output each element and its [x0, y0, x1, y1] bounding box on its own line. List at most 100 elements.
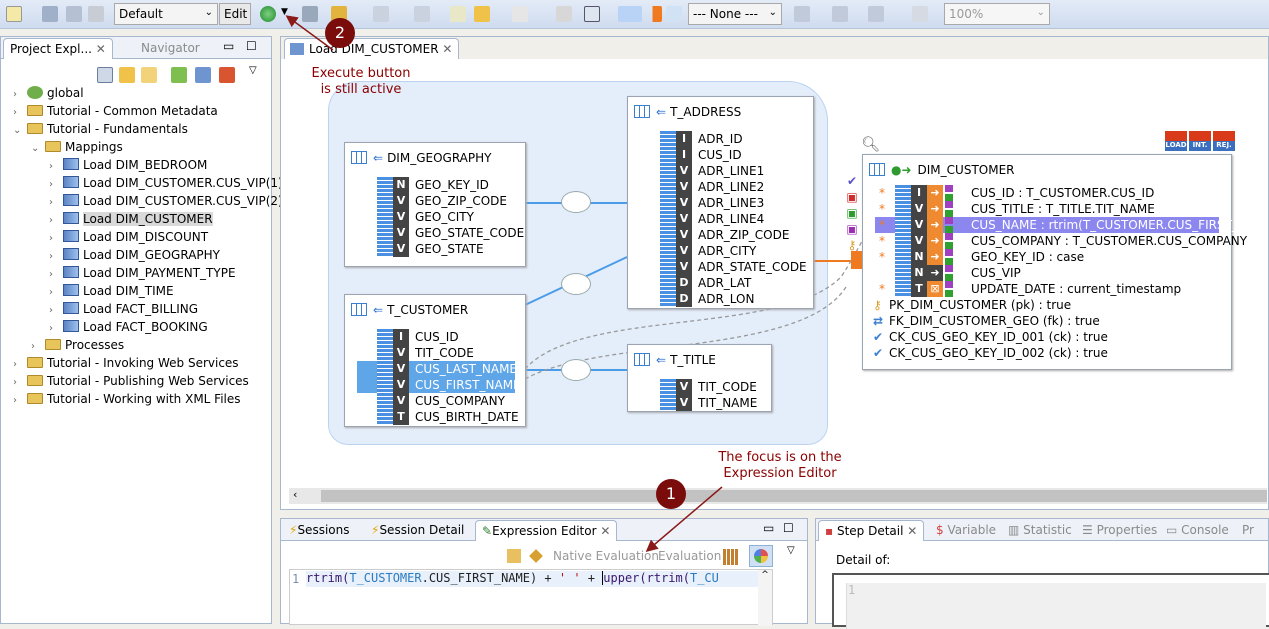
minimize-icon[interactable]: ▭ — [223, 39, 234, 53]
tab-sessions[interactable]: ⚡Sessions — [283, 520, 355, 541]
target-column-row[interactable]: N ➜ CUS_VIP — [875, 265, 1219, 281]
tree-item[interactable]: › Load DIM_CUSTOMER — [49, 210, 213, 228]
column-row[interactable]: V CUS_COMPANY — [357, 393, 515, 409]
scroll-left-icon[interactable]: ‹ — [293, 488, 297, 501]
tree-item[interactable]: › Load DIM_PAYMENT_TYPE — [49, 264, 236, 282]
new-icon[interactable] — [6, 6, 22, 22]
constraint-row[interactable]: ✔ CK_CUS_GEO_KEY_ID_002 (ck) : true — [873, 345, 1108, 361]
target-datastore-dim-customer[interactable]: ●➜ DIM_CUSTOMER * I ➜ CUS_ID : T_CUSTOMER.CUS… — [862, 154, 1258, 370]
tab-session-detail[interactable]: ⚡Session Detail — [365, 520, 470, 541]
link-mode-icon[interactable] — [618, 6, 642, 22]
int-badge-icon[interactable]: INT. — [1189, 131, 1211, 151]
load-badge-icon[interactable]: LOAD — [1165, 131, 1187, 151]
detail-area[interactable]: 1 — [832, 573, 1269, 629]
tab-statistic[interactable]: ▥ Statistic — [1002, 520, 1078, 541]
target-column-row[interactable]: * N ➜ GEO_KEY_ID : case — [875, 249, 1219, 265]
arrow-left-icon[interactable] — [474, 6, 490, 22]
step-down-icon[interactable] — [373, 6, 389, 22]
table-t-customer[interactable]: ⇐ T_CUSTOMER I CUS_ID V TIT_CODE V CUS_LAST_NAM… — [344, 294, 526, 427]
tree-item[interactable]: › Load FACT_BILLING — [49, 300, 198, 318]
target-column-row[interactable]: * I ➜ CUS_ID : T_CUSTOMER.CUS_ID — [875, 185, 1219, 201]
back-icon[interactable] — [450, 6, 466, 22]
constraint-row[interactable]: ⚷ PK_DIM_CUSTOMER (pk) : true — [873, 297, 1071, 313]
target-column-row[interactable]: * V ➜ CUS_COMPANY : T_CUSTOMER.CUS_COMPANY — [875, 233, 1247, 249]
column-row[interactable]: I CUS_ID — [357, 329, 515, 345]
close-icon[interactable]: ✕ — [907, 524, 917, 538]
tab-variable[interactable]: $ Variable — [930, 520, 1002, 541]
view-menu-icon[interactable]: ▽ — [249, 65, 257, 76]
column-row[interactable]: V GEO_CITY — [357, 209, 515, 225]
tree-item[interactable]: › Tutorial - Invoking Web Services — [13, 354, 239, 372]
table-t-address[interactable]: ⇐ T_ADDRESS I ADR_ID I CUS_ID V ADR_LINE1 V ADR_L… — [627, 96, 814, 309]
link-editor-icon[interactable] — [119, 67, 135, 83]
profile-select[interactable]: Default ⌄ — [114, 3, 218, 25]
tab-navigator[interactable]: Navigator — [135, 38, 206, 59]
tree-item[interactable]: › Load DIM_TIME — [49, 282, 174, 300]
brush-icon[interactable] — [529, 549, 543, 563]
i-icon[interactable]: ▣ — [841, 205, 863, 221]
shape-icon[interactable] — [666, 6, 682, 22]
column-row[interactable]: V ADR_CITY — [640, 243, 803, 259]
tab-properties[interactable]: ☰ Properties — [1076, 520, 1163, 541]
print-icon[interactable] — [88, 6, 104, 22]
maximize-icon[interactable]: ☐ — [783, 521, 794, 535]
column-row[interactable]: V ADR_LINE4 — [640, 211, 803, 227]
tree-item[interactable]: ⌄ Tutorial - Fundamentals — [13, 120, 188, 138]
key-icon[interactable]: ⚷ — [841, 237, 863, 253]
target-column-row[interactable]: * V ➜ CUS_TITLE : T_TITLE.TIT_NAME — [875, 201, 1219, 217]
join-customer-address[interactable] — [561, 273, 591, 295]
view-menu-icon[interactable]: ▽ — [787, 545, 795, 556]
column-row[interactable]: V GEO_STATE_CODE — [357, 225, 524, 241]
tree-item[interactable]: › Tutorial - Working with XML Files — [13, 390, 241, 408]
column-row[interactable]: V ADR_LINE1 — [640, 163, 803, 179]
collapse-all-icon[interactable] — [97, 67, 113, 83]
tree-item[interactable]: › Load DIM_GEOGRAPHY — [49, 246, 220, 264]
none-select[interactable]: --- None --- ⌄ — [688, 3, 782, 25]
column-row[interactable]: I ADR_ID — [640, 131, 803, 147]
step-up-icon[interactable] — [414, 6, 430, 22]
rej-badge-icon[interactable]: REJ. — [1213, 131, 1235, 151]
check-icon[interactable]: ✔ — [841, 173, 863, 189]
column-row[interactable]: D ADR_LAT — [640, 275, 803, 291]
column-row[interactable]: V TIT_CODE — [640, 379, 761, 395]
lock-icon[interactable] — [507, 549, 521, 563]
search-icon[interactable]: 🔍︎ — [861, 135, 880, 153]
tree-item[interactable]: › Tutorial - Common Metadata — [13, 102, 218, 120]
add-icon[interactable] — [171, 67, 187, 83]
orange-arrow-icon[interactable] — [646, 6, 662, 22]
edit-button[interactable]: Edit — [219, 3, 251, 25]
split-icon[interactable] — [584, 6, 600, 22]
scrollbar-thumb[interactable] — [321, 490, 1267, 502]
filter-icon[interactable] — [195, 67, 211, 83]
chevron-right-icon[interactable]: › — [13, 392, 27, 410]
debug-icon[interactable] — [302, 6, 318, 22]
tree-item[interactable]: › Load FACT_BOOKING — [49, 318, 208, 336]
close-icon[interactable]: ✕ — [600, 524, 610, 538]
vertical-scrollbar[interactable]: ^ — [758, 570, 772, 626]
execute-dropdown-icon[interactable]: ▼ — [281, 7, 288, 17]
tab-console[interactable]: ▭ Console — [1160, 520, 1235, 541]
column-row[interactable]: V ADR_LINE2 — [640, 179, 803, 195]
back-icon[interactable] — [141, 67, 157, 83]
column-row[interactable]: V GEO_ZIP_CODE — [357, 193, 515, 209]
join-geo-address[interactable] — [561, 191, 591, 213]
target-column-row[interactable]: * T ⊠ UPDATE_DATE : current_timestamp — [875, 281, 1219, 297]
tab-project-explorer[interactable]: Project Expl... ✕ — [3, 38, 113, 59]
grid-icon[interactable] — [794, 6, 810, 22]
save-icon[interactable] — [42, 6, 58, 22]
constraint-row[interactable]: ⇄ FK_DIM_CUSTOMER_GEO (fk) : true — [873, 313, 1100, 329]
tab-expression-editor[interactable]: ✎Expression Editor ✕ — [475, 520, 618, 541]
tree-item[interactable]: › Tutorial - Publishing Web Services — [13, 372, 249, 390]
tree-item[interactable]: › Processes — [31, 336, 124, 354]
chevron-down-icon[interactable]: ⌄ — [31, 140, 45, 158]
execute-icon[interactable] — [260, 6, 276, 22]
arrange-icon[interactable] — [832, 6, 848, 22]
column-row[interactable]: V TIT_CODE — [357, 345, 515, 361]
column-row[interactable]: V GEO_STATE — [357, 241, 515, 257]
tree-item[interactable]: › Load DIM_CUSTOMER.CUS_VIP(2) — [49, 192, 283, 210]
column-row[interactable]: V TIT_NAME — [640, 395, 761, 411]
tab-pr[interactable]: Pr — [1236, 520, 1260, 541]
join-customer-title[interactable] — [561, 359, 591, 381]
column-row[interactable]: V ADR_STATE_CODE — [640, 259, 807, 275]
column-row[interactable]: V CUS_FIRST_NAME — [357, 377, 521, 393]
